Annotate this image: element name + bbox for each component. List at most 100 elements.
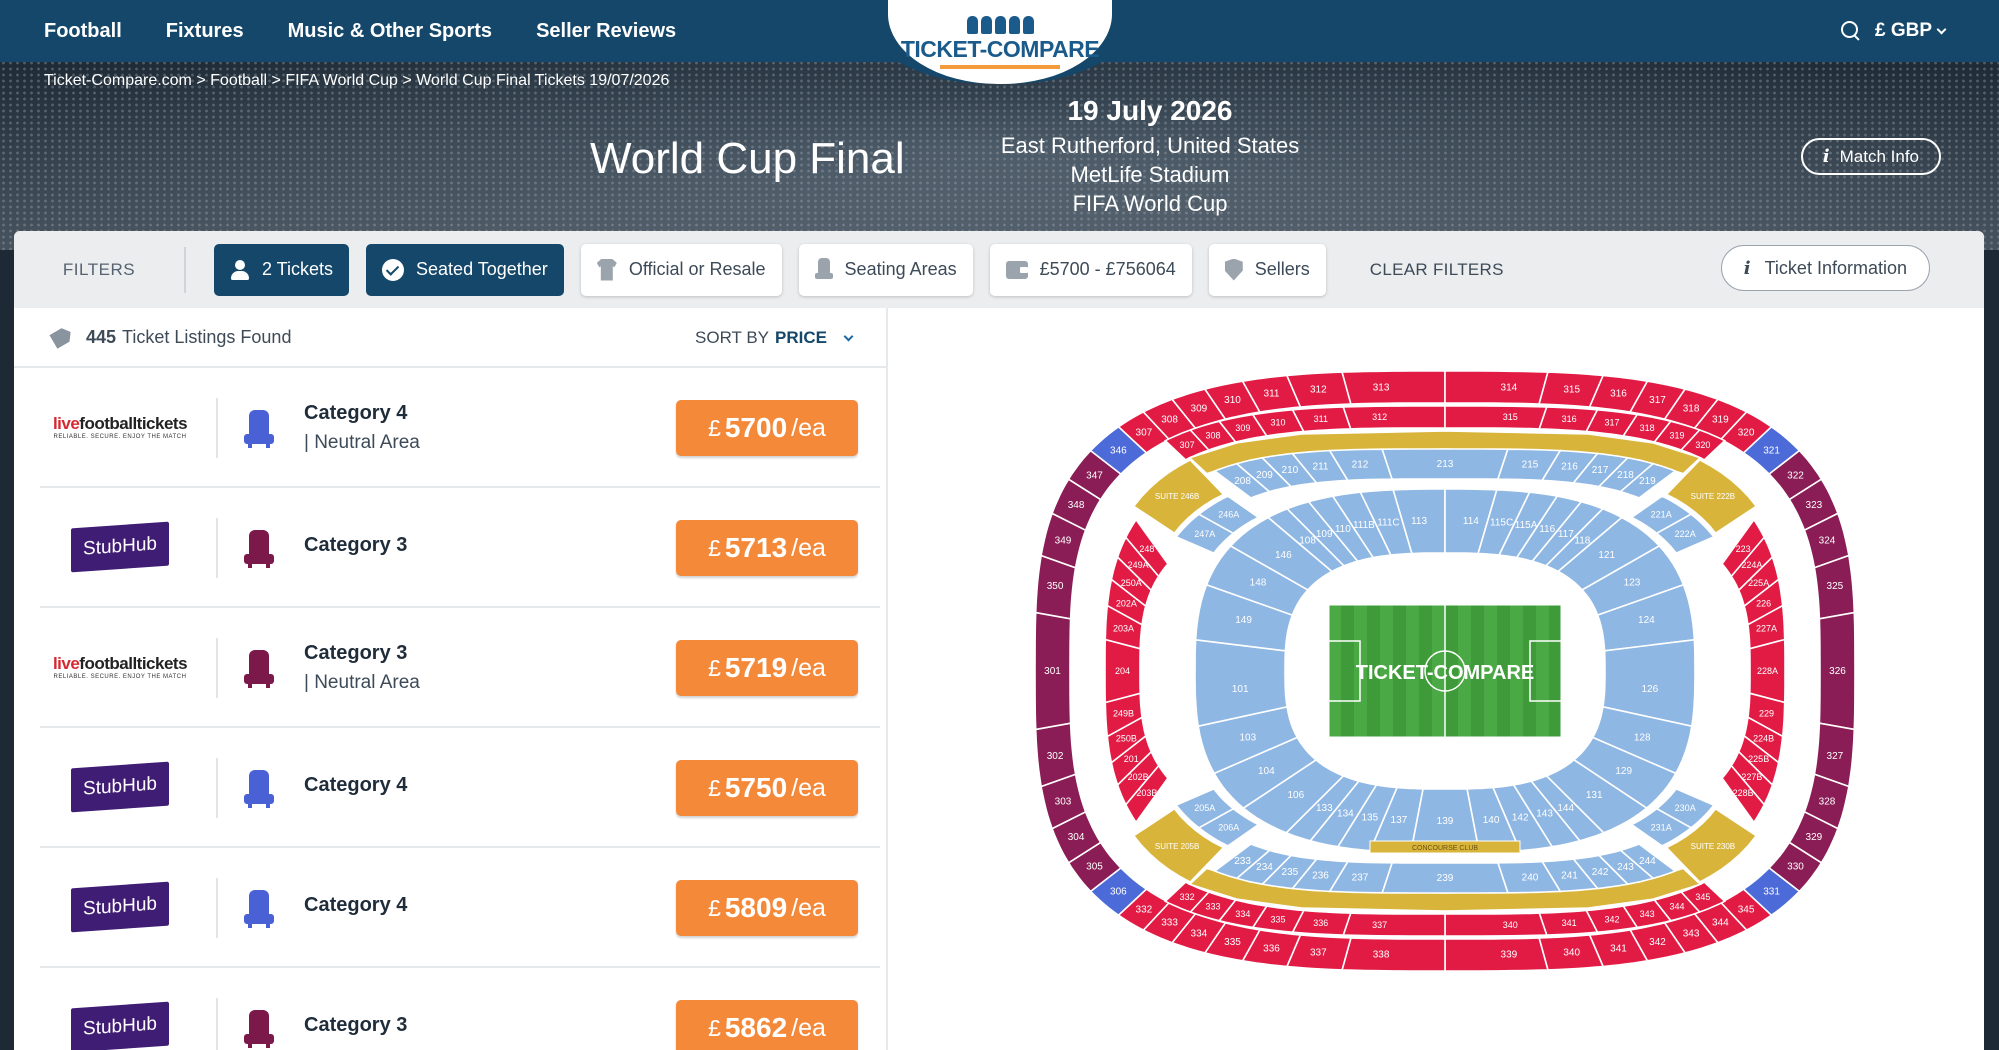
section-label: 335 bbox=[1224, 937, 1241, 948]
section-label: 217 bbox=[1592, 465, 1609, 476]
section-label: 101 bbox=[1232, 684, 1249, 695]
sort-dropdown[interactable]: SORT BY PRICE bbox=[695, 328, 854, 348]
section-label: 219 bbox=[1639, 476, 1656, 487]
price-button[interactable]: £ 5750 /ea bbox=[676, 760, 858, 816]
section-label: 327 bbox=[1827, 751, 1844, 762]
divider bbox=[216, 638, 218, 698]
listing-row[interactable]: StubHub Category 3 £ 5713 /ea bbox=[40, 488, 880, 608]
filter-sellers-button[interactable]: Sellers bbox=[1208, 243, 1326, 296]
logo-figures-icon bbox=[966, 15, 1034, 34]
price-button[interactable]: £ 5862 /ea bbox=[676, 1000, 858, 1050]
section-label: 115A bbox=[1515, 520, 1538, 531]
search-icon[interactable] bbox=[1840, 21, 1861, 41]
section-label: 302 bbox=[1047, 751, 1064, 762]
section-label: 140 bbox=[1483, 815, 1500, 826]
section-label: 228B bbox=[1733, 788, 1754, 798]
price-per: /ea bbox=[791, 773, 826, 802]
nav-music-other-sports[interactable]: Music & Other Sports bbox=[288, 20, 492, 43]
seller-logo[interactable]: StubHub bbox=[40, 968, 200, 1050]
section-label: 334 bbox=[1191, 928, 1208, 939]
nav-seller-reviews[interactable]: Seller Reviews bbox=[536, 20, 676, 43]
clear-filters-button[interactable]: CLEAR FILTERS bbox=[1370, 260, 1504, 280]
section-label: 317 bbox=[1649, 395, 1666, 406]
section-label: 307 bbox=[1180, 440, 1195, 450]
price-button[interactable]: £ 5700 /ea bbox=[676, 400, 858, 456]
seller-logo[interactable]: StubHub bbox=[40, 488, 200, 606]
listing-row[interactable]: livefootballtickets RELIABLE. SECURE. ENJ… bbox=[40, 368, 880, 488]
chevron-down-icon bbox=[1936, 24, 1947, 34]
ticket-category: Category 4 bbox=[304, 402, 408, 424]
currency-selector[interactable]: £ GBP bbox=[1874, 20, 1947, 42]
section-337[interactable] bbox=[1342, 912, 1446, 937]
seller-logo[interactable]: livefootballtickets RELIABLE. SECURE. ENJ… bbox=[40, 608, 200, 726]
ticket-information-button[interactable]: i Ticket Information bbox=[1720, 245, 1930, 291]
section-313[interactable] bbox=[1341, 370, 1446, 405]
stadium-map[interactable]: 307 308 309 310 311 312 313 314 315 316 317 318 319 3… bbox=[890, 308, 1984, 1050]
section-label: 250A bbox=[1121, 578, 1142, 588]
filter-seating-areas-button[interactable]: Seating Areas bbox=[798, 243, 973, 296]
filter-seated-together-button[interactable]: Seated Together bbox=[366, 243, 564, 296]
seller-logo[interactable]: StubHub bbox=[40, 728, 200, 846]
listing-row[interactable]: livefootballtickets RELIABLE. SECURE. ENJ… bbox=[40, 608, 880, 728]
price-per: /ea bbox=[791, 1013, 826, 1042]
nav-fixtures[interactable]: Fixtures bbox=[166, 20, 244, 43]
stadium-seating-chart[interactable]: 307 308 309 310 311 312 313 314 315 316 317 318 319 3… bbox=[890, 308, 1984, 1050]
section-label: 309 bbox=[1235, 423, 1250, 433]
section-label: 133 bbox=[1316, 803, 1333, 814]
section-label: 148 bbox=[1250, 578, 1267, 589]
section-label: SUITE 230B bbox=[1691, 842, 1735, 851]
price-button[interactable]: £ 5809 /ea bbox=[676, 880, 858, 936]
nav-football[interactable]: Football bbox=[44, 20, 122, 43]
section-label: 216 bbox=[1561, 462, 1578, 473]
section-338[interactable] bbox=[1341, 937, 1446, 972]
stubhub-logo: StubHub bbox=[71, 881, 169, 933]
listing-row[interactable]: StubHub Category 4 £ 5809 /ea bbox=[40, 848, 880, 968]
price-button[interactable]: £ 5719 /ea bbox=[676, 640, 858, 696]
section-label: 349 bbox=[1055, 536, 1072, 547]
section-label: 237 bbox=[1352, 872, 1369, 883]
section-label: 121 bbox=[1598, 550, 1615, 561]
section-label: 111C bbox=[1377, 518, 1399, 529]
logo-tagline: RELIABLE. SECURE. ENJOY THE MATCH bbox=[53, 434, 187, 440]
section-label: 318 bbox=[1640, 423, 1655, 433]
section-label: 247A bbox=[1194, 529, 1215, 539]
section-label: 139 bbox=[1437, 816, 1454, 827]
breadcrumb-home[interactable]: Ticket-Compare.com bbox=[44, 72, 192, 89]
section-340[interactable] bbox=[1444, 912, 1548, 937]
price-button[interactable]: £ 5713 /ea bbox=[676, 520, 858, 576]
listing-row[interactable]: StubHub Category 3 £ 5862 /ea bbox=[40, 968, 880, 1050]
section-label: 344 bbox=[1712, 918, 1729, 929]
price-currency: £ bbox=[708, 534, 721, 561]
price-currency: £ bbox=[708, 414, 721, 441]
section-339[interactable] bbox=[1444, 937, 1549, 972]
filter-official-label: Official or Resale bbox=[628, 259, 766, 279]
listing-row[interactable]: StubHub Category 4 £ 5750 /ea bbox=[40, 728, 880, 848]
section-314[interactable] bbox=[1444, 370, 1549, 405]
currency-label: £ GBP bbox=[1874, 20, 1932, 41]
filter-official-resale-button[interactable]: Official or Resale bbox=[580, 243, 782, 296]
breadcrumb-separator: > bbox=[271, 72, 281, 89]
section-312[interactable] bbox=[1342, 405, 1446, 430]
section-label: 337 bbox=[1310, 948, 1327, 959]
section-label: 316 bbox=[1562, 414, 1577, 424]
section-label: 311 bbox=[1264, 389, 1280, 400]
section-label: 109 bbox=[1316, 529, 1333, 540]
ticket-category: Category 4 bbox=[304, 894, 408, 916]
filter-tickets-button[interactable]: 2 Tickets bbox=[214, 243, 350, 296]
price-currency: £ bbox=[708, 894, 721, 921]
section-label: 307 bbox=[1136, 428, 1153, 439]
seat-category-icon bbox=[242, 890, 276, 928]
filter-price-range-button[interactable]: £5700 - £756064 bbox=[989, 243, 1192, 296]
section-label: 312 bbox=[1310, 384, 1327, 395]
section-label: 345 bbox=[1738, 905, 1755, 916]
breadcrumb-competition[interactable]: FIFA World Cup bbox=[285, 72, 398, 89]
section-label: 126 bbox=[1641, 684, 1658, 695]
section-label: 223 bbox=[1736, 544, 1751, 554]
seller-logo[interactable]: StubHub bbox=[40, 848, 200, 966]
section-label: 341 bbox=[1562, 918, 1577, 928]
match-info-button[interactable]: i Match Info bbox=[1800, 138, 1941, 175]
breadcrumb-football[interactable]: Football bbox=[210, 72, 267, 89]
section-315[interactable] bbox=[1444, 405, 1548, 430]
seller-logo[interactable]: livefootballtickets RELIABLE. SECURE. ENJ… bbox=[40, 368, 200, 486]
section-label: 135 bbox=[1361, 813, 1378, 824]
